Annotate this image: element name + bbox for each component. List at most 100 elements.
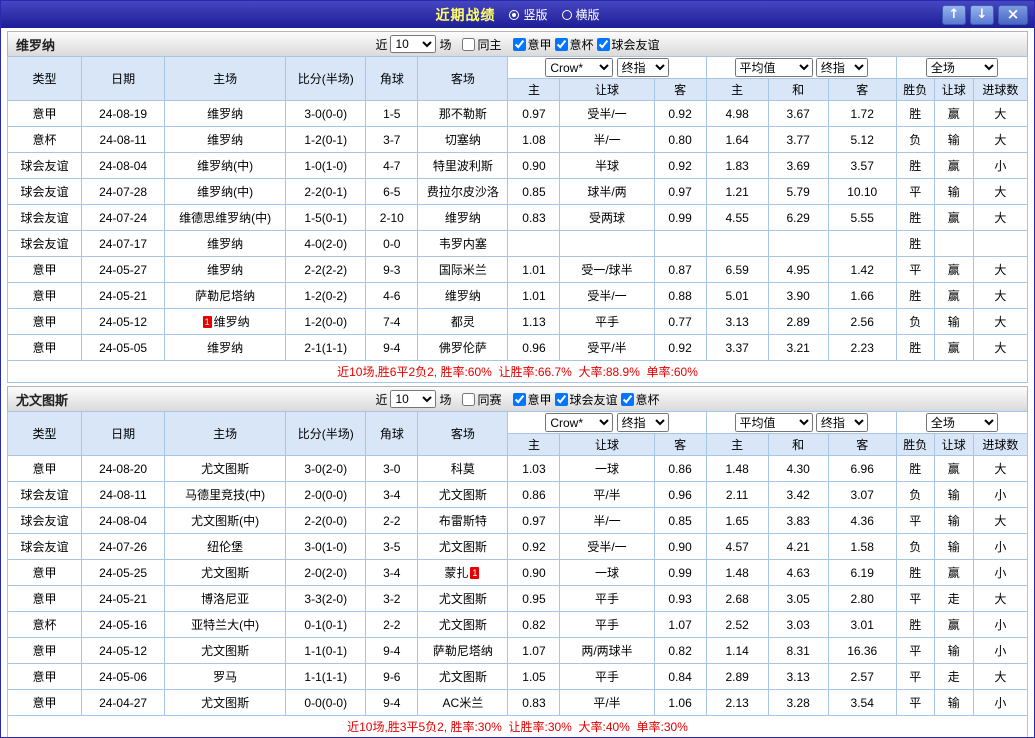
league-type-cell: 球会友谊 [6, 152, 83, 179]
scroll-up-button[interactable]: ↑ [942, 4, 966, 25]
handicap-result-cell: 赢 [933, 204, 974, 231]
avg-away-odds-cell: 16.36 [827, 637, 897, 664]
home-team-cell: 维罗纳 [164, 256, 287, 283]
away-odds-cell: 0.87 [653, 256, 707, 283]
type-column-header: 类型 [6, 411, 83, 456]
score-cell: 3-0(1-0) [285, 533, 367, 560]
away-odds-cell: 0.92 [653, 152, 707, 179]
score-cell: 1-2(0-2) [285, 282, 367, 309]
score-cell: 2-0(0-0) [285, 481, 367, 508]
view-option-vertical[interactable]: 竖版 [509, 6, 548, 23]
league-type-cell: 意甲 [6, 585, 83, 612]
match-row: 意甲 24-05-21 博洛尼亚 3-3(2-0) 3-2 尤文图斯 0.95 平手 0.93 2… [6, 585, 1029, 612]
coppa-checkbox[interactable] [554, 37, 568, 51]
handicap-cell: 平手 [559, 663, 655, 690]
bookmaker-select[interactable]: Crow* [545, 413, 614, 432]
same-competition-checkbox[interactable] [462, 392, 476, 406]
corner-cell: 6-5 [365, 178, 419, 205]
corner-cell: 9-3 [365, 256, 419, 283]
home-team-cell: 亚特兰大(中) [164, 611, 287, 638]
match-row: 球会友谊 24-08-11 马德里竞技(中) 2-0(0-0) 3-4 尤文图斯 0.86 平… [6, 481, 1029, 508]
avg-draw-odds-cell: 3.13 [767, 663, 829, 690]
corner-cell: 3-4 [365, 559, 419, 586]
match-date-cell: 24-05-27 [81, 256, 166, 283]
away-team-cell: 国际米兰 [417, 256, 509, 283]
home-odds-cell: 1.03 [507, 455, 561, 482]
scroll-down-button[interactable]: ↓ [970, 4, 994, 25]
handicap-result-cell: 赢 [933, 611, 974, 638]
scope-select[interactable]: 全场 [925, 413, 998, 432]
avg-draw-odds-cell: 4.63 [767, 559, 829, 586]
friendly-checkbox[interactable] [596, 37, 610, 51]
away-team-cell: 萨勒尼塔纳 [417, 637, 509, 664]
home-team-cell: 维罗纳 [164, 230, 287, 257]
filter-friendly[interactable]: 球会友谊 [554, 391, 618, 408]
avg-draw-odds-cell: 4.95 [767, 256, 829, 283]
date-column-header: 日期 [81, 411, 166, 456]
handicap-result-cell: 赢 [933, 256, 974, 283]
handicap-cell: 平/半 [559, 689, 655, 716]
avg-home-odds-cell: 1.21 [705, 178, 769, 205]
avg-home-odds-cell: 1.14 [705, 637, 769, 664]
filter-friendly[interactable]: 球会友谊 [596, 36, 660, 53]
home-odds-cell: 0.85 [507, 178, 561, 205]
league-type-cell: 意甲 [6, 455, 83, 482]
filter-serie-a[interactable]: 意甲 [512, 36, 552, 53]
avg-stage-select[interactable]: 终指 [815, 413, 868, 432]
average-select[interactable]: 平均值 [734, 413, 813, 432]
home-team-cell: 尤文图斯 [164, 689, 287, 716]
match-date-cell: 24-07-28 [81, 178, 166, 205]
match-row: 意甲 24-05-25 尤文图斯 2-0(2-0) 3-4 蒙扎 1 0.90 一球 0.99 1.… [6, 559, 1029, 586]
match-row: 意甲 24-05-12 尤文图斯 1-1(0-1) 9-4 萨勒尼塔纳 1.07 两/两球半 0… [6, 637, 1029, 664]
goals-result-cell: 大 [972, 334, 1029, 361]
red-card-icon: 1 [470, 567, 480, 579]
filter-coppa[interactable]: 意杯 [620, 391, 660, 408]
score-cell: 0-0(0-0) [285, 689, 367, 716]
avg-stage-select[interactable]: 终指 [815, 58, 868, 77]
corner-cell: 3-7 [365, 126, 419, 153]
corner-cell: 7-4 [365, 308, 419, 335]
results-table-juventus: 类型 日期 主场 比分(半场) 角球 客场 Crow* 终指 平均值 终指 全场… [6, 411, 1029, 737]
bookmaker-select[interactable]: Crow* [545, 58, 614, 77]
outcome-cell: 平 [895, 663, 935, 690]
filter-same-competition[interactable]: 同赛 [462, 391, 502, 408]
home-team-cell: 纽伦堡 [164, 533, 287, 560]
home-team-cell: 维罗纳 [164, 126, 287, 153]
avg-home-odds-cell: 4.98 [705, 100, 769, 127]
odds-stage-select[interactable]: 终指 [616, 413, 669, 432]
friendly-checkbox[interactable] [554, 392, 568, 406]
home-team-cell: 维罗纳(中) [164, 178, 287, 205]
goals-result-cell: 大 [972, 100, 1029, 127]
score-cell: 0-1(0-1) [285, 611, 367, 638]
filter-same-home[interactable]: 同主 [462, 36, 502, 53]
home-odds-cell: 0.86 [507, 481, 561, 508]
filter-coppa[interactable]: 意杯 [554, 36, 594, 53]
match-date-cell: 24-05-06 [81, 663, 166, 690]
scope-select[interactable]: 全场 [925, 58, 998, 77]
serie-a-checkbox[interactable] [512, 37, 526, 51]
corner-column-header: 角球 [365, 56, 419, 101]
goals-result-cell: 小 [972, 559, 1029, 586]
match-count-select[interactable]: 10 [390, 390, 437, 408]
match-count-select[interactable]: 10 [390, 35, 437, 53]
league-type-cell: 球会友谊 [6, 533, 83, 560]
average-select[interactable]: 平均值 [734, 58, 813, 77]
outcome-cell: 平 [895, 507, 935, 534]
same-home-checkbox[interactable] [462, 37, 476, 51]
avg-draw-odds-cell: 8.31 [767, 637, 829, 664]
score-column-header: 比分(半场) [285, 411, 367, 456]
coppa-checkbox[interactable] [620, 392, 634, 406]
handicap-result-cell: 赢 [933, 152, 974, 179]
match-date-cell: 24-05-21 [81, 585, 166, 612]
close-button[interactable]: × [998, 4, 1028, 25]
away-team-cell: 蒙扎 1 [417, 559, 509, 586]
avg-away-odds-cell: 3.54 [827, 689, 897, 716]
filter-serie-a[interactable]: 意甲 [512, 391, 552, 408]
odds-stage-select[interactable]: 终指 [616, 58, 669, 77]
away-team-cell: 尤文图斯 [417, 533, 509, 560]
serie-a-checkbox[interactable] [512, 392, 526, 406]
match-row: 意甲 24-08-20 尤文图斯 3-0(2-0) 3-0 科莫 1.03 一球 0.86 1.4… [6, 455, 1029, 482]
handicap-cell: 平手 [559, 308, 655, 335]
home-odds-cell: 1.01 [507, 282, 561, 309]
view-option-horizontal[interactable]: 横版 [561, 6, 600, 23]
